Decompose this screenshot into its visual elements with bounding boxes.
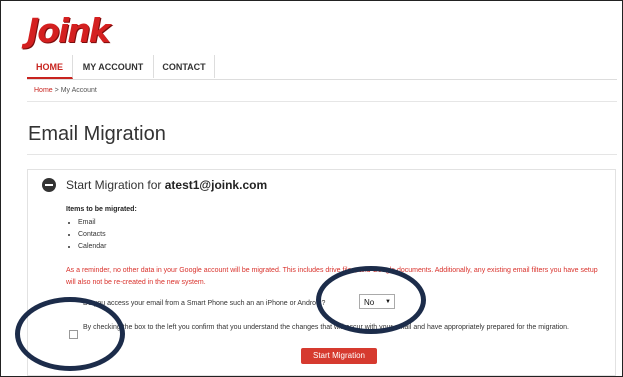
joink-logo[interactable]: Joink xyxy=(27,11,111,50)
list-item: Contacts xyxy=(78,229,106,241)
tab-contact[interactable]: CONTACT xyxy=(154,55,215,78)
main-nav: HOME MY ACCOUNT CONTACT xyxy=(27,55,617,80)
breadcrumb: Home > My Account xyxy=(27,81,617,102)
browser-frame: Joink HOME MY ACCOUNT CONTACT Home > My … xyxy=(0,0,623,377)
start-migration-button[interactable]: Start Migration xyxy=(301,348,377,364)
annotation-circle-checkbox xyxy=(15,297,125,371)
breadcrumb-current: My Account xyxy=(60,87,97,94)
panel-heading-prefix: Start Migration for xyxy=(66,178,162,192)
breadcrumb-home-link[interactable]: Home xyxy=(34,87,53,94)
items-list: Email Contacts Calendar xyxy=(66,217,106,253)
items-label: Items to be migrated: xyxy=(66,206,137,213)
tab-my-account[interactable]: MY ACCOUNT xyxy=(73,55,154,78)
divider xyxy=(27,154,617,155)
smartphone-question: Do you access your email from a Smart Ph… xyxy=(83,300,326,307)
page-title: Email Migration xyxy=(28,123,166,145)
breadcrumb-separator: > xyxy=(54,87,59,94)
collapse-minus-icon[interactable] xyxy=(42,178,56,192)
list-item: Email xyxy=(78,217,106,229)
annotation-circle-select xyxy=(316,266,426,334)
list-item: Calendar xyxy=(78,241,106,253)
account-email: atest1@joink.com xyxy=(164,178,268,192)
panel-heading: Start Migration for atest1@joink.com xyxy=(66,178,267,192)
tab-home[interactable]: HOME xyxy=(27,55,73,79)
